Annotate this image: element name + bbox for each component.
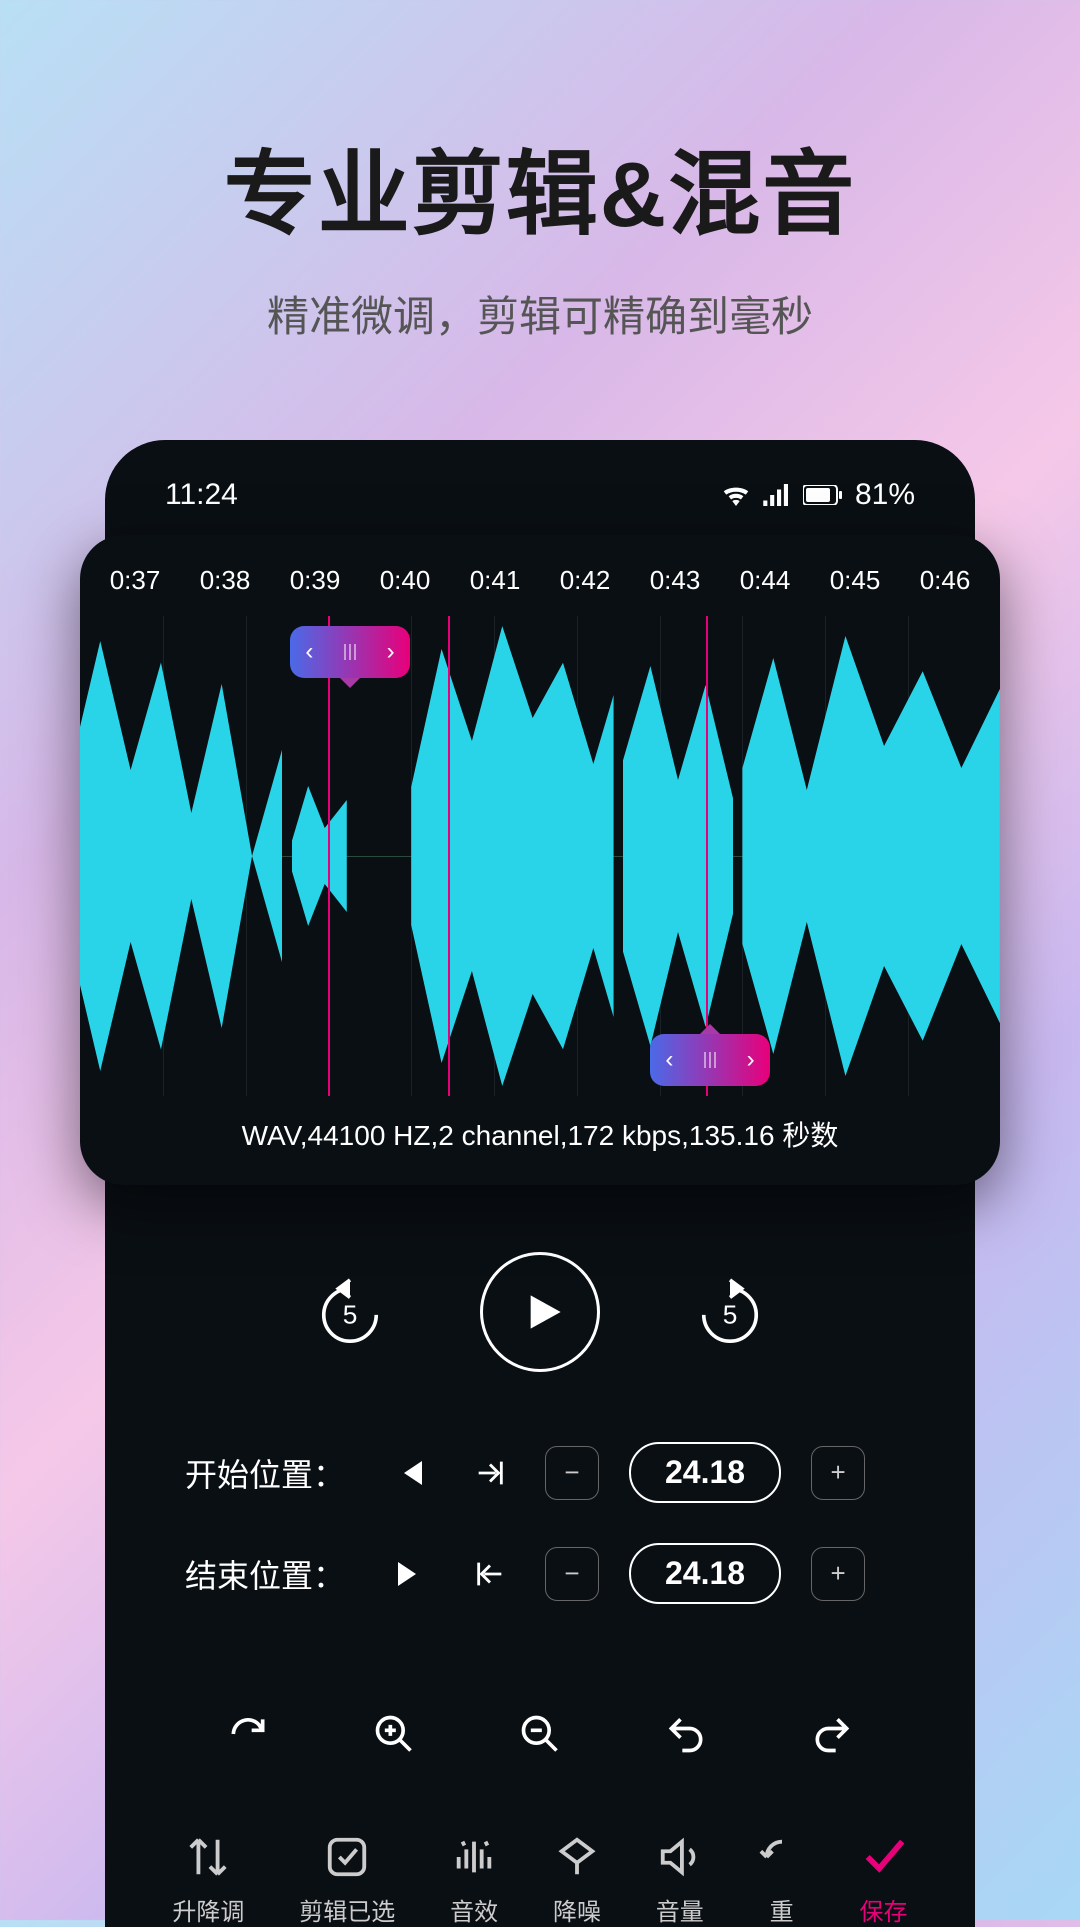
forward-5-button[interactable]: 5	[690, 1272, 770, 1352]
skip-end-button[interactable]	[385, 1549, 435, 1599]
denoise-icon	[554, 1834, 600, 1880]
waveform-segment	[411, 626, 613, 1086]
save-tool[interactable]: 保存	[859, 1834, 907, 1927]
start-position-row: 开始位置： − 24.18 +	[185, 1442, 895, 1503]
tool-label: 降噪	[553, 1892, 601, 1927]
position-rows: 开始位置： − 24.18 + 结束位置： − 24.18 +	[135, 1412, 945, 1674]
volume-icon	[657, 1834, 703, 1880]
main-title: 专业剪辑&混音	[0, 120, 1080, 253]
svg-text:5: 5	[723, 1300, 738, 1330]
tick: 0:44	[740, 565, 791, 596]
chevron-right-icon: ›	[387, 638, 395, 666]
zoom-row	[135, 1674, 945, 1794]
status-bar: 11:24 81%	[135, 470, 945, 532]
tool-label: 重	[770, 1892, 794, 1927]
check-icon	[860, 1834, 906, 1880]
svg-text:5: 5	[343, 1300, 358, 1330]
play-button[interactable]	[480, 1252, 600, 1372]
undo-button[interactable]	[656, 1704, 716, 1764]
increment-start-button[interactable]: +	[811, 1446, 865, 1500]
status-time: 11:24	[165, 478, 238, 512]
range-start-handle[interactable]: ‹ ›	[290, 626, 410, 678]
subtitle: 精准微调，剪辑可精确到毫秒	[0, 283, 1080, 344]
marketing-heading: 专业剪辑&混音 精准微调，剪辑可精确到毫秒	[0, 0, 1080, 344]
tick: 0:38	[200, 565, 251, 596]
playback-controls: 5 5	[135, 1212, 945, 1412]
repeat-icon	[759, 1834, 805, 1880]
tool-row: 升降调 剪辑已选 音效 降噪 音量 重	[135, 1794, 945, 1927]
start-value[interactable]: 24.18	[629, 1442, 781, 1503]
wifi-icon	[721, 484, 751, 506]
repeat-tool[interactable]: 重	[759, 1834, 805, 1927]
nudge-end-left-button[interactable]	[465, 1549, 515, 1599]
tick: 0:39	[290, 565, 341, 596]
skip-start-button[interactable]	[385, 1448, 435, 1498]
tick: 0:43	[650, 565, 701, 596]
range-end-handle[interactable]: ‹ ›	[650, 1034, 770, 1086]
tool-label: 剪辑已选	[299, 1892, 395, 1927]
equalizer-icon	[451, 1834, 497, 1880]
waveform-segment	[742, 636, 1000, 1076]
playhead[interactable]	[448, 616, 450, 1096]
phone-mockup: 11:24 81% 0:37 0:38 0:39 0:40 0:41 0:42 …	[105, 440, 975, 1927]
increment-end-button[interactable]: +	[811, 1547, 865, 1601]
denoise-tool[interactable]: 降噪	[553, 1834, 601, 1927]
decrement-end-button[interactable]: −	[545, 1547, 599, 1601]
clip-tool[interactable]: 剪辑已选	[299, 1834, 395, 1927]
refresh-button[interactable]	[218, 1704, 278, 1764]
decrement-start-button[interactable]: −	[545, 1446, 599, 1500]
tick: 0:37	[110, 565, 161, 596]
controls-panel: 5 5 开始位置： − 24.18 + 结束位置： −	[135, 1212, 945, 1927]
battery-icon	[803, 485, 843, 505]
status-right: 81%	[721, 478, 915, 512]
tick: 0:46	[920, 565, 971, 596]
end-position-row: 结束位置： − 24.18 +	[185, 1543, 895, 1604]
zoom-out-button[interactable]	[510, 1704, 570, 1764]
chevron-left-icon: ‹	[665, 1046, 673, 1074]
timeline-ruler: 0:37 0:38 0:39 0:40 0:41 0:42 0:43 0:44 …	[80, 565, 1000, 616]
end-value[interactable]: 24.18	[629, 1543, 781, 1604]
effect-tool[interactable]: 音效	[450, 1834, 498, 1927]
pitch-icon	[185, 1834, 231, 1880]
tick: 0:40	[380, 565, 431, 596]
waveform-segment	[623, 666, 733, 1046]
tool-label: 音量	[656, 1892, 704, 1927]
volume-tool[interactable]: 音量	[656, 1834, 704, 1927]
nudge-start-right-button[interactable]	[465, 1448, 515, 1498]
tick: 0:42	[560, 565, 611, 596]
pitch-tool[interactable]: 升降调	[172, 1834, 244, 1927]
tool-label: 升降调	[172, 1892, 244, 1927]
tool-label: 保存	[859, 1892, 907, 1927]
redo-button[interactable]	[802, 1704, 862, 1764]
tick: 0:41	[470, 565, 521, 596]
signal-icon	[763, 484, 791, 506]
chevron-left-icon: ‹	[305, 638, 313, 666]
end-label: 结束位置：	[185, 1551, 355, 1597]
file-info: WAV,44100 HZ,2 channel,172 kbps,135.16 秒…	[80, 1096, 1000, 1172]
zoom-in-button[interactable]	[364, 1704, 424, 1764]
checkbox-icon	[324, 1834, 370, 1880]
rewind-5-button[interactable]: 5	[310, 1272, 390, 1352]
waveform-area[interactable]: ‹ › ‹ ›	[80, 616, 1000, 1096]
waveform-segment	[292, 786, 347, 926]
chevron-right-icon: ›	[747, 1046, 755, 1074]
start-label: 开始位置：	[185, 1450, 355, 1496]
waveform-segment	[80, 641, 282, 1071]
tool-label: 音效	[450, 1892, 498, 1927]
waveform-panel: 0:37 0:38 0:39 0:40 0:41 0:42 0:43 0:44 …	[80, 535, 1000, 1185]
battery-percent: 81%	[855, 478, 915, 512]
tick: 0:45	[830, 565, 881, 596]
play-icon	[524, 1292, 564, 1332]
